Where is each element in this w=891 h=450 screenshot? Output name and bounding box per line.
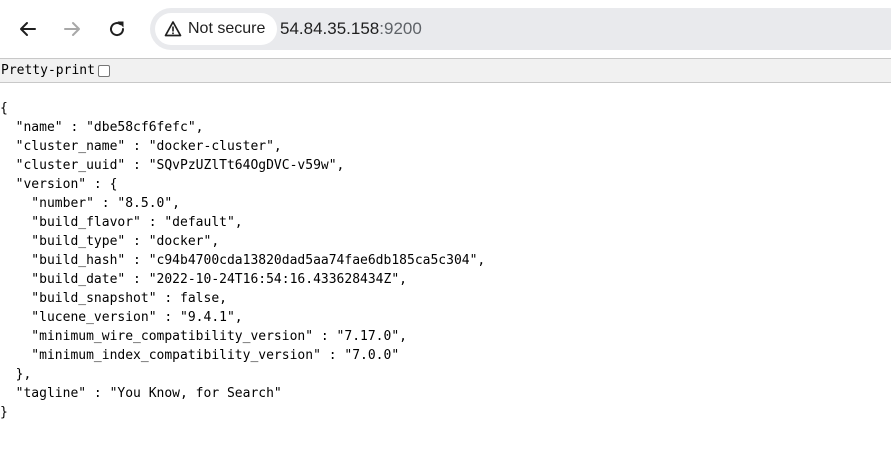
json-line: "version" : {	[0, 177, 118, 192]
json-line: }	[0, 405, 8, 420]
url-text[interactable]: 54.84.35.158:9200	[280, 19, 422, 39]
address-bar[interactable]: Not secure 54.84.35.158:9200	[150, 8, 891, 50]
json-line: "cluster_name" : "docker-cluster",	[0, 139, 282, 154]
security-indicator[interactable]: Not secure	[155, 13, 278, 45]
json-line: "name" : "dbe58cf6fefc",	[0, 120, 204, 135]
browser-toolbar: Not secure 54.84.35.158:9200	[0, 0, 891, 58]
json-line: "cluster_uuid" : "SQvPzUZlTt64OgDVC-v59w…	[0, 158, 345, 173]
warning-triangle-icon	[164, 21, 182, 37]
json-line: "tagline" : "You Know, for Search"	[0, 386, 282, 401]
json-line: "build_flavor" : "default",	[0, 215, 243, 230]
pretty-print-bar: Pretty-print	[0, 58, 891, 83]
url-host: 54.84.35.158	[280, 19, 380, 38]
json-line: "build_snapshot" : false,	[0, 291, 227, 306]
reload-icon	[110, 21, 125, 37]
json-line: "build_type" : "docker",	[0, 234, 220, 249]
json-line: {	[0, 101, 8, 116]
security-label: Not secure	[188, 20, 266, 37]
back-arrow-icon	[20, 22, 36, 36]
reload-button[interactable]	[99, 11, 135, 47]
forward-arrow-icon	[64, 22, 80, 36]
json-line: "build_hash" : "c94b4700cda13820dad5aa74…	[0, 253, 486, 268]
back-button[interactable]	[10, 11, 46, 47]
json-response-body: { "name" : "dbe58cf6fefc", "cluster_name…	[0, 99, 485, 422]
forward-button[interactable]	[54, 11, 90, 47]
json-line: "minimum_index_compatibility_version" : …	[0, 348, 400, 363]
pretty-print-checkbox[interactable]	[97, 64, 110, 77]
pretty-print-label: Pretty-print	[1, 63, 95, 78]
json-line: "build_date" : "2022-10-24T16:54:16.4336…	[0, 272, 407, 287]
url-port: :9200	[379, 19, 422, 38]
json-line: "minimum_wire_compatibility_version" : "…	[0, 329, 407, 344]
json-line: "number" : "8.5.0",	[0, 196, 181, 211]
json-line: },	[0, 367, 32, 382]
json-line: "lucene_version" : "9.4.1",	[0, 310, 243, 325]
